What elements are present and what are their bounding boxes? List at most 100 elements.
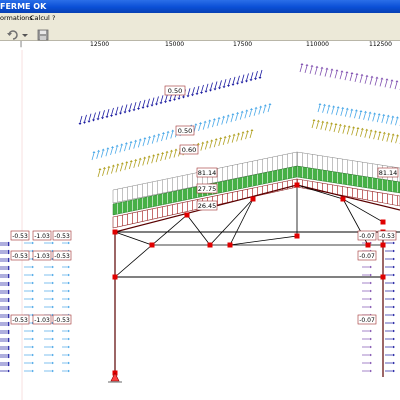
load-arrow <box>322 103 327 113</box>
load-arrow <box>376 113 381 123</box>
load-arrow <box>253 106 258 116</box>
load-arrow <box>225 114 230 124</box>
load-arrow <box>218 80 222 90</box>
toolbar <box>0 24 400 41</box>
ruler-mark: 15000 <box>165 41 185 48</box>
load-arrow <box>111 164 115 174</box>
load-arrow <box>200 84 204 94</box>
load-arrow <box>362 329 372 333</box>
load-arrow <box>329 122 334 132</box>
load-arrow <box>344 107 349 117</box>
load-arrow <box>110 107 114 117</box>
svg-text:-0.53: -0.53 <box>379 233 395 240</box>
load-arrow <box>141 99 146 109</box>
load-arrow <box>372 112 377 122</box>
load-arrow <box>354 109 358 119</box>
load-arrow <box>381 113 386 123</box>
load-arrow <box>24 337 34 341</box>
frame-node <box>227 242 233 248</box>
drawing-canvas[interactable]: 0.50 0.50 0.60 81.14 81.14 27.75 26.45 -… <box>0 50 400 400</box>
load-label: -0.07 <box>357 230 377 241</box>
load-arrow <box>0 363 10 367</box>
load-arrow <box>240 131 245 141</box>
load-label: -0.53 <box>10 250 30 261</box>
title-bar: FERME OK <box>0 0 400 13</box>
load-arrow <box>394 80 399 90</box>
undo-dropdown-button[interactable] <box>21 26 35 38</box>
load-arrow <box>146 155 151 165</box>
load-arrow <box>164 150 169 160</box>
load-arrow <box>0 361 10 365</box>
load-arrow <box>169 149 174 159</box>
load-label: 27.75 <box>196 183 218 194</box>
load-arrow <box>0 329 10 333</box>
load-arrow <box>236 75 240 85</box>
load-arrow <box>317 103 322 113</box>
load-arrow <box>262 104 267 114</box>
menu-formations[interactable]: ormations <box>0 13 33 24</box>
load-arrow <box>0 321 10 325</box>
svg-text:-0.53: -0.53 <box>54 317 70 324</box>
load-arrow <box>342 124 347 134</box>
frame-node <box>294 233 300 239</box>
load-arrow <box>0 283 10 287</box>
load-arrow <box>0 297 10 301</box>
load-arrow <box>389 79 394 89</box>
load-arrow <box>124 142 128 152</box>
frame-node <box>340 196 346 202</box>
frame-node <box>365 242 371 248</box>
load-arrow <box>128 103 132 113</box>
load-arrow <box>351 126 356 136</box>
load-arrow <box>367 111 372 121</box>
load-arrow <box>44 289 54 293</box>
load-arrow <box>331 105 336 115</box>
support-icon <box>108 372 122 383</box>
load-arrow <box>62 305 70 309</box>
svg-text:0.60: 0.60 <box>182 146 196 154</box>
load-arrow <box>385 297 395 301</box>
save-button[interactable] <box>36 26 50 41</box>
load-arrow <box>249 108 253 118</box>
menu-calcul[interactable]: Calcul <box>30 13 50 24</box>
load-arrow <box>249 129 254 139</box>
load-arrow <box>114 144 119 154</box>
load-arrow <box>362 345 372 349</box>
load-arrow <box>24 305 34 309</box>
load-arrow <box>24 281 34 285</box>
load-arrow <box>382 131 386 141</box>
load-arrow <box>324 121 329 131</box>
load-arrow <box>395 134 400 144</box>
load-arrow <box>0 265 10 269</box>
frame-node <box>380 274 386 280</box>
load-arrow <box>209 82 213 92</box>
load-arrow <box>24 329 34 333</box>
load-arrow <box>24 345 34 349</box>
load-arrow <box>235 111 240 121</box>
undo-button[interactable] <box>6 26 20 40</box>
ruler-mark: 12500 <box>90 41 110 48</box>
load-arrow <box>110 145 115 156</box>
load-arrow <box>44 353 54 357</box>
load-arrow <box>236 132 241 142</box>
load-arrow <box>119 162 124 172</box>
load-arrow <box>362 305 372 309</box>
load-arrow <box>384 78 389 88</box>
load-arrow <box>359 73 364 83</box>
load-arrow <box>311 119 316 129</box>
load-arrow <box>44 281 54 285</box>
load-arrow <box>390 133 395 143</box>
load-arrow <box>385 329 395 333</box>
load-arrow <box>119 143 124 153</box>
load-arrow <box>385 289 395 293</box>
load-arrow <box>198 121 203 132</box>
load-arrow <box>62 345 70 349</box>
load-arrow <box>147 135 152 145</box>
menu-help[interactable]: ? <box>52 13 55 24</box>
load-arrow <box>44 297 54 301</box>
svg-text:27.75: 27.75 <box>198 185 217 193</box>
load-arrow <box>385 305 395 309</box>
load-arrow <box>62 369 70 373</box>
svg-text:0.50: 0.50 <box>178 127 192 135</box>
load-label: -0.53 <box>377 230 397 241</box>
load-arrow <box>0 353 10 357</box>
